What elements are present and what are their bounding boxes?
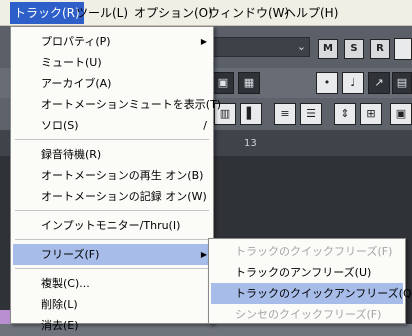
freeze-submenu: トラックのクイックフリーズ(F) トラックのアンフリーズ(U) トラックのクイッ…	[208, 238, 412, 325]
menu-item-label: プロパティ(P)	[41, 35, 111, 48]
menu-separator	[15, 139, 209, 140]
menu-item-mute[interactable]: ミュート(U)	[13, 52, 211, 73]
menu-item-duplicate[interactable]: 複製(C)...	[13, 273, 211, 294]
menu-item-archive[interactable]: アーカイブ(A)	[13, 73, 211, 94]
menubar: トラック(R) ツール(L) オプション(O) ウィンドウ(W) ヘルプ(H)	[0, 0, 412, 26]
menu-item-delete[interactable]: 削除(L)	[13, 294, 211, 315]
menu-item-erase[interactable]: 消去(E)	[13, 315, 211, 336]
menu-item-properties[interactable]: プロパティ(P) ▶	[13, 31, 211, 52]
menu-item-input-monitor[interactable]: インプットモニター/Thru(I)	[13, 215, 211, 236]
toolbar-icon-4[interactable]: ▤	[392, 72, 412, 94]
submenu-arrow-icon: ▶	[200, 37, 207, 46]
menu-item-suffix: /	[203, 119, 207, 132]
menu-item-label: フリーズ(F)	[41, 248, 100, 261]
solo-button[interactable]: S	[344, 39, 364, 59]
chevron-down-icon: ⌄	[296, 40, 306, 53]
note-dot-icon[interactable]: •	[316, 72, 338, 94]
zoom-icon[interactable]: ▣	[390, 103, 412, 125]
marker-icon[interactable]: ▌	[240, 103, 262, 125]
expand-icon[interactable]: ⇕	[334, 103, 356, 125]
menu-separator	[15, 239, 209, 240]
list-icon[interactable]: ☰	[300, 103, 322, 125]
menu-separator	[15, 268, 209, 269]
menu-item-automation-record[interactable]: オートメーションの記録 オン(W)	[13, 186, 211, 207]
extra-button[interactable]	[394, 38, 412, 60]
menu-tools[interactable]: ツール(L)	[72, 2, 132, 24]
menu-item-solo[interactable]: ソロ(S) /	[13, 115, 211, 136]
equalizer-icon[interactable]: ≡	[274, 103, 296, 125]
submenu-arrow-icon: ▶	[200, 250, 207, 259]
toolbar-icon-2[interactable]: ▦	[238, 72, 260, 94]
menu-item-show-automation-mute[interactable]: オートメーションミュートを表示(T)	[13, 94, 221, 115]
menu-item-automation-playback[interactable]: オートメーションの再生 オン(B)	[13, 165, 211, 186]
menu-help[interactable]: ヘルプ(H)	[280, 2, 342, 24]
mute-button[interactable]: M	[318, 39, 338, 59]
toolbar-icon-1[interactable]: ▣	[212, 72, 234, 94]
fit-icon[interactable]: ⊞	[360, 103, 382, 125]
record-button[interactable]: R	[370, 39, 390, 59]
track-dropdown[interactable]: ⌄	[206, 37, 310, 57]
menu-item-quick-unfreeze-track[interactable]: トラックのクイックアンフリーズ(Q)	[211, 283, 412, 304]
menu-item-unfreeze-track[interactable]: トラックのアンフリーズ(U)	[211, 262, 403, 283]
menu-item-label: ソロ(S)	[41, 119, 79, 132]
toolbar-icon-3[interactable]: ↗	[368, 72, 390, 94]
menu-item-quick-freeze-synth[interactable]: シンセのクイックフリーズ(F)	[211, 304, 403, 325]
menu-separator	[15, 210, 209, 211]
menu-item-record-arm[interactable]: 録音待機(R)	[13, 144, 211, 165]
menu-item-quick-freeze-track[interactable]: トラックのクイックフリーズ(F)	[211, 241, 403, 262]
ruler-tick-13: 13	[244, 138, 257, 149]
menu-item-freeze[interactable]: フリーズ(F) ▶	[13, 244, 211, 265]
track-menu: プロパティ(P) ▶ ミュート(U) アーカイブ(A) オートメーションミュート…	[10, 26, 221, 332]
note-icon[interactable]: ♩	[342, 72, 364, 94]
